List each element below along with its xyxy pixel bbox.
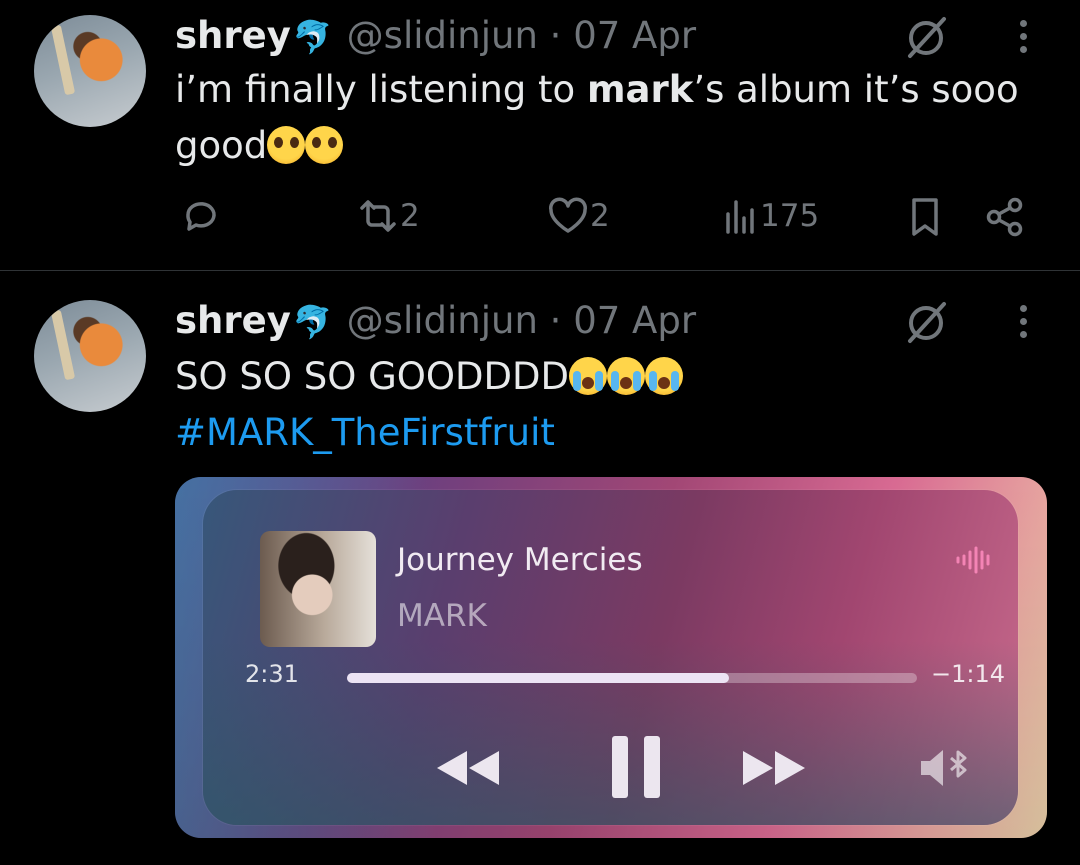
grok-icon[interactable] xyxy=(904,14,950,60)
more-options-icon[interactable] xyxy=(1016,305,1030,345)
date-separator: · xyxy=(549,14,562,57)
song-title: Journey Mercies xyxy=(397,542,643,578)
tweet-actions: 2 2 175 xyxy=(0,196,1080,246)
grok-icon[interactable] xyxy=(904,299,950,345)
pause-icon xyxy=(612,736,660,798)
dolphin-emoji-icon: 🐬 xyxy=(292,18,333,56)
display-name[interactable]: shrey xyxy=(175,299,291,342)
view-count: 175 xyxy=(760,198,820,234)
avatar[interactable] xyxy=(34,300,146,412)
repost-count: 2 xyxy=(400,198,420,234)
now-playing-widget: Journey Mercies MARK 2:31 −1:14 xyxy=(203,490,1018,825)
rewind-icon xyxy=(437,751,499,785)
more-options-icon[interactable] xyxy=(1016,20,1030,60)
reply-button[interactable] xyxy=(180,196,220,236)
avatar[interactable] xyxy=(34,15,146,127)
pleading-face-emoji-icon xyxy=(305,126,344,164)
progress-bar xyxy=(347,673,917,683)
speaker-bluetooth-icon xyxy=(921,750,967,786)
heart-icon xyxy=(549,197,587,233)
date-separator: · xyxy=(549,299,562,342)
views-chart-icon xyxy=(726,200,754,234)
remaining-time: −1:14 xyxy=(931,660,1006,688)
mention-mark: mark xyxy=(586,68,694,111)
tweet-text: i’m finally listening to mark’s album it… xyxy=(175,68,1019,167)
loudly-crying-face-emoji-icon xyxy=(569,357,607,395)
share-button[interactable] xyxy=(984,196,1026,238)
loudly-crying-face-emoji-icon xyxy=(607,357,645,395)
repost-button[interactable]: 2 xyxy=(356,196,420,236)
user-handle[interactable]: @slidinjun xyxy=(347,14,538,57)
tweet-date[interactable]: 07 Apr xyxy=(573,299,696,342)
like-button[interactable]: 2 xyxy=(546,196,610,236)
pleading-face-emoji-icon xyxy=(267,126,306,164)
tweet-media-image[interactable]: Journey Mercies MARK 2:31 −1:14 xyxy=(175,477,1047,838)
tweet-1[interactable]: shrey🐬 @slidinjun · 07 Apr i’m finally li… xyxy=(0,0,1080,270)
bookmark-icon xyxy=(912,198,938,236)
dolphin-emoji-icon: 🐬 xyxy=(292,303,333,341)
loudly-crying-face-emoji-icon xyxy=(645,357,683,395)
tweet-date[interactable]: 07 Apr xyxy=(573,14,696,57)
reply-icon xyxy=(186,202,216,231)
tweet-text: SO SO SO GOODDDD #MARK_TheFirstfruit xyxy=(175,349,1055,461)
hashtag-link[interactable]: #MARK_TheFirstfruit xyxy=(175,411,555,454)
song-artist: MARK xyxy=(397,598,487,634)
tweet-header: shrey🐬 @slidinjun · 07 Apr xyxy=(175,14,696,59)
user-handle[interactable]: @slidinjun xyxy=(347,299,538,342)
like-count: 2 xyxy=(590,198,610,234)
album-cover xyxy=(260,531,376,647)
bookmark-button[interactable] xyxy=(908,196,942,238)
share-icon xyxy=(986,197,1023,237)
display-name[interactable]: shrey xyxy=(175,14,291,57)
repost-icon xyxy=(360,200,396,232)
views-button[interactable]: 175 xyxy=(722,196,819,236)
elapsed-time: 2:31 xyxy=(245,660,299,688)
tweet-header: shrey🐬 @slidinjun · 07 Apr xyxy=(175,299,696,344)
fast-forward-icon xyxy=(743,751,805,785)
audio-wave-icon xyxy=(956,546,990,574)
